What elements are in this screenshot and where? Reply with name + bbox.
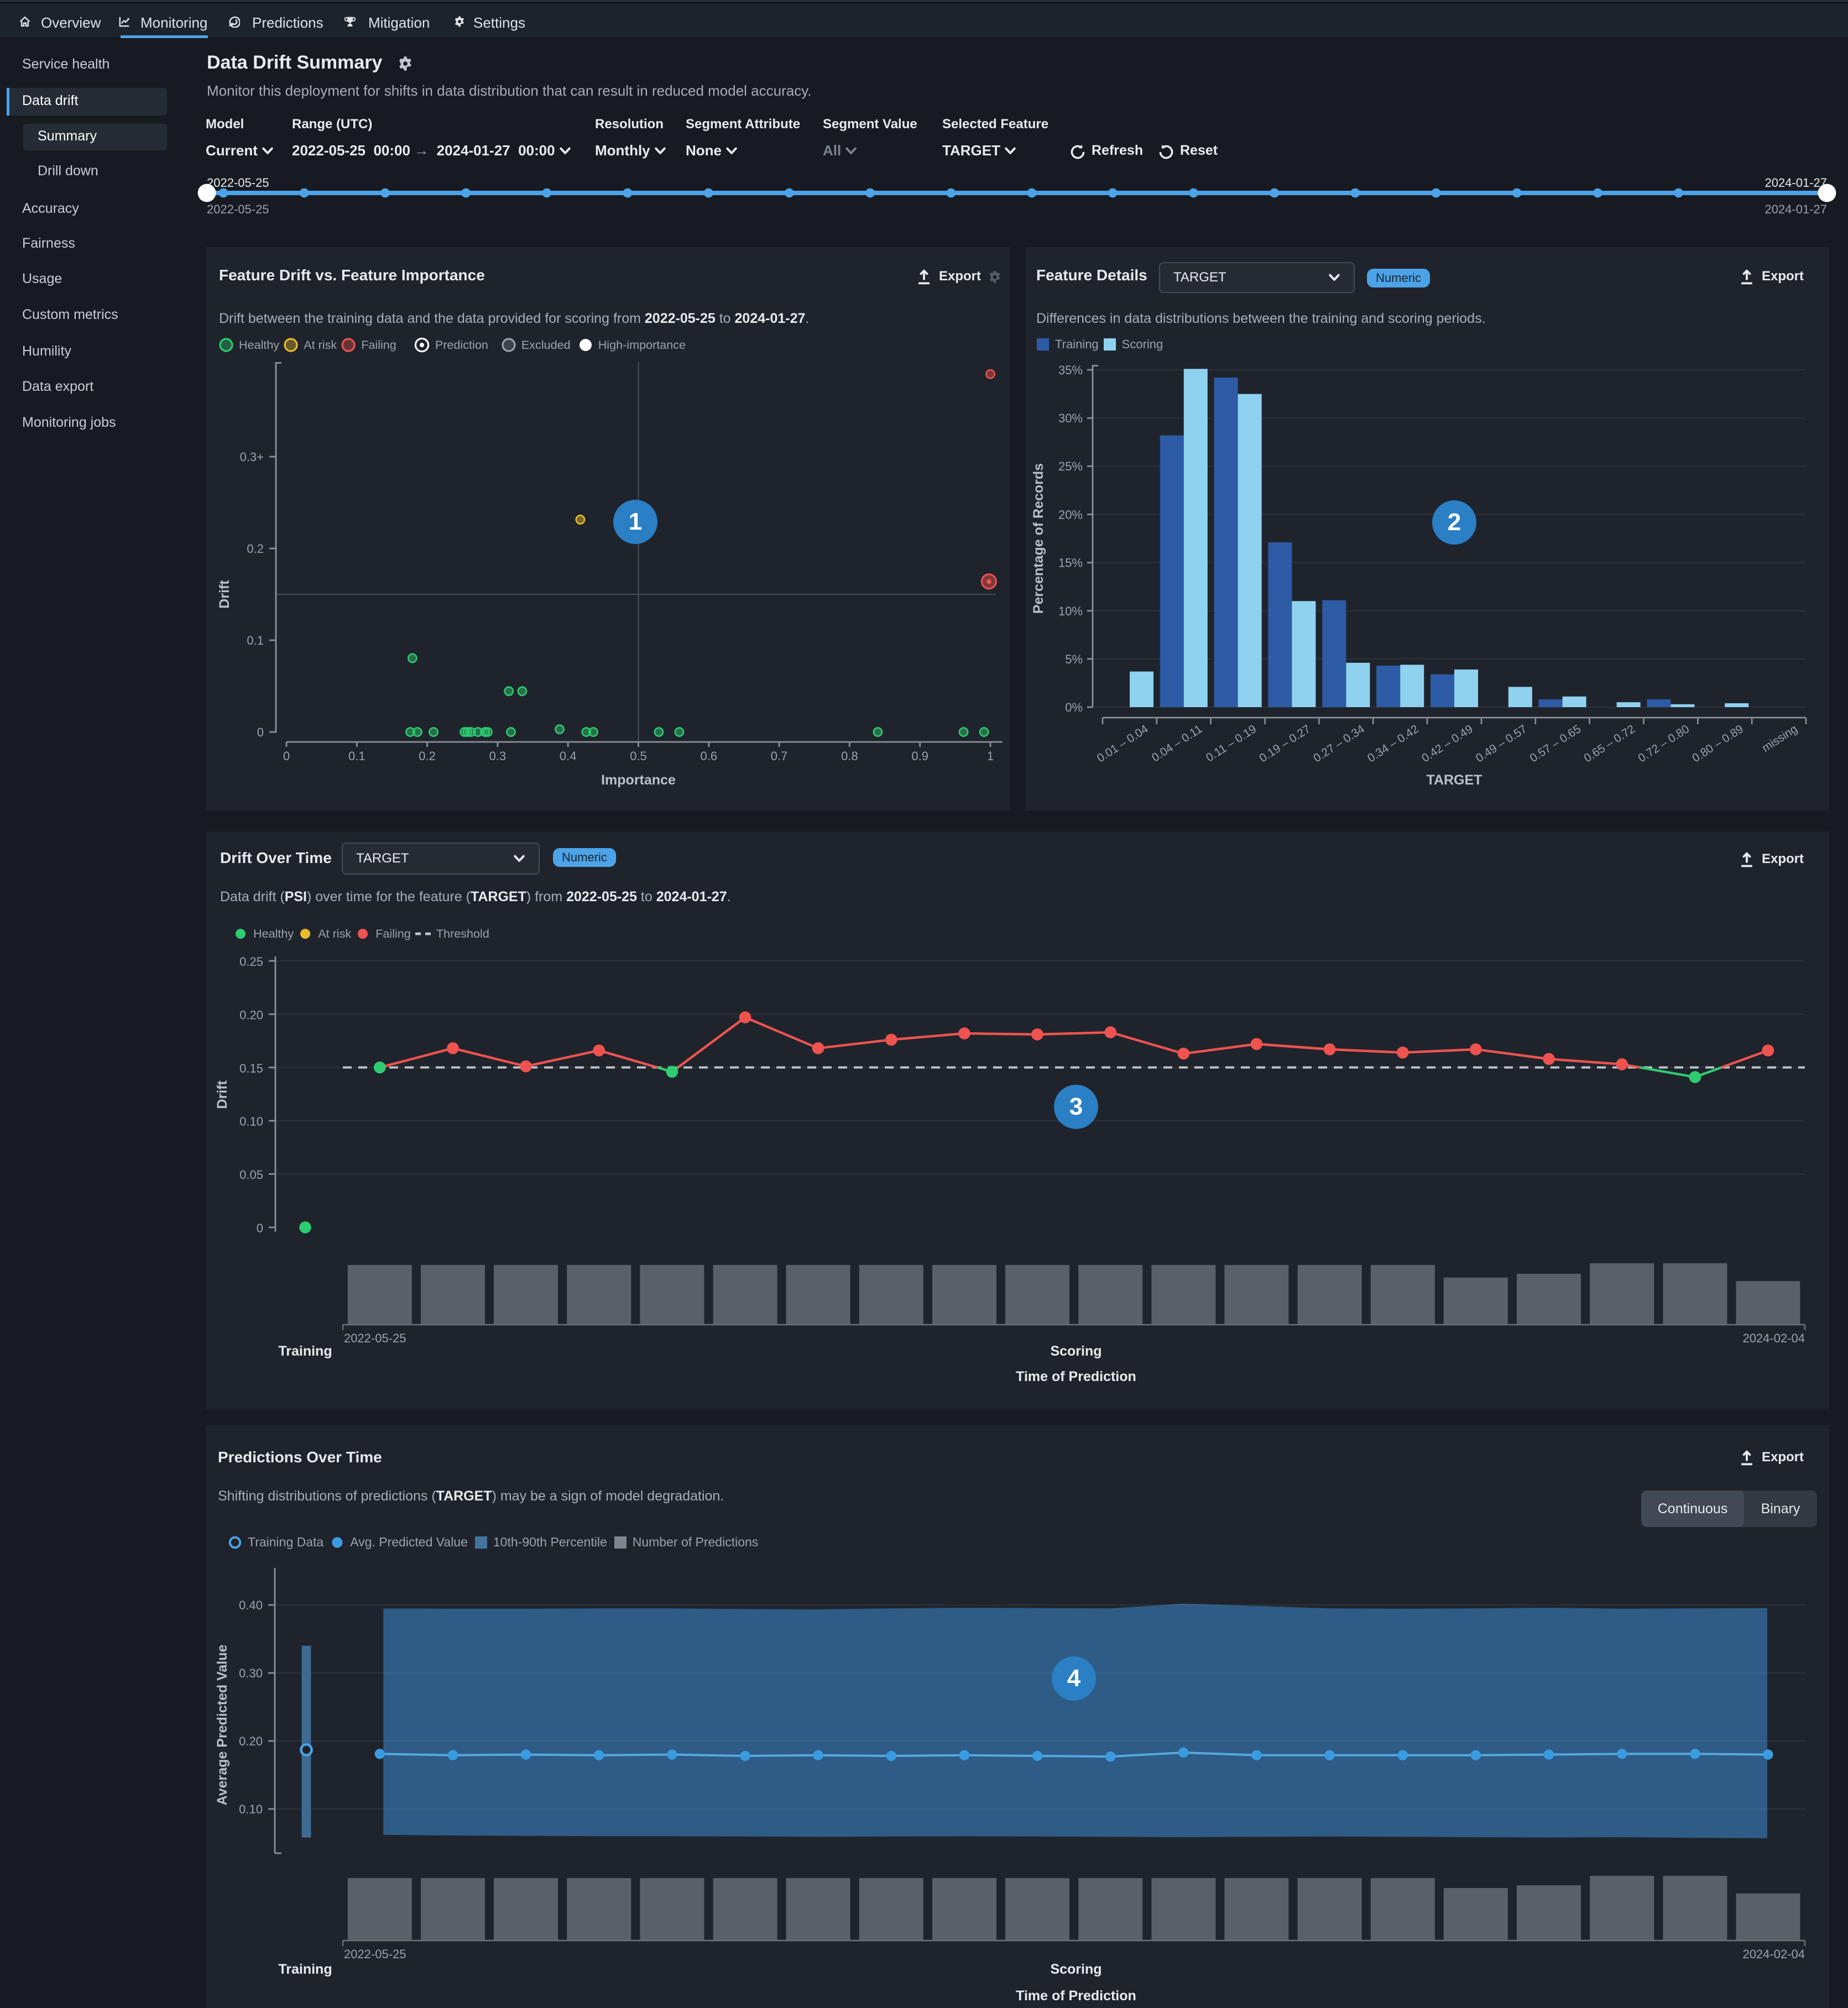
svg-text:Scoring: Scoring (1050, 1962, 1102, 1977)
svg-text:0.40: 0.40 (239, 1598, 263, 1612)
svg-text:2022-05-25: 2022-05-25 (344, 1947, 406, 1961)
svg-text:2024-02-04: 2024-02-04 (1742, 1947, 1805, 1961)
svg-text:0.10: 0.10 (239, 1802, 263, 1816)
svg-text:Training: Training (278, 1962, 332, 1977)
svg-text:Time of Prediction: Time of Prediction (1016, 1988, 1136, 2004)
svg-text:0.20: 0.20 (239, 1734, 263, 1748)
svg-text:0.30: 0.30 (239, 1666, 263, 1680)
svg-text:Average Predicted Value: Average Predicted Value (215, 1644, 230, 1805)
